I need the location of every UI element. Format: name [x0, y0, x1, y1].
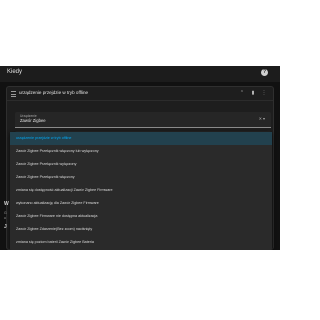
menu-item[interactable]: Zawór Zigbee Zdarzenie(Bez zoom) naciśni…: [10, 223, 272, 236]
trigger-card-header[interactable]: urządzenie przejdzie w tryb offline ⌃ ▮ …: [7, 87, 273, 101]
app-bar: Kiedy ?: [0, 66, 280, 82]
background-text: G u: [4, 211, 7, 220]
more-vertical-icon[interactable]: ⋮: [261, 90, 267, 97]
trigger-card-title: urządzenie przejdzie w tryb offline: [19, 90, 89, 95]
trigger-disabled-icon[interactable]: ▮: [250, 90, 256, 97]
device-field[interactable]: Urządzenie Zawór Zigbee ✕▾: [15, 112, 271, 128]
menu-item[interactable]: zmiana się poziom baterii Zawór Zigbee B…: [10, 236, 272, 249]
background-label: J: [4, 224, 7, 230]
device-field-value[interactable]: Zawór Zigbee: [20, 118, 46, 123]
menu-item[interactable]: Zawór Zigbee Firmware nie dostępna aktua…: [10, 210, 272, 223]
menu-item[interactable]: zmiana się dostępność aktualizacji Zawór…: [10, 184, 272, 197]
menu-item[interactable]: Zawór Zigbee Przełącznik wyłączony: [10, 158, 272, 171]
dropdown-icon[interactable]: ▾: [263, 116, 266, 121]
automation-editor: Kiedy ? urządzenie przejdzie w tryb offl…: [0, 66, 280, 250]
menu-item[interactable]: wykonano aktualizację dla Zawór Zigbee F…: [10, 197, 272, 210]
menu-item[interactable]: Zawór Zigbee Przełącznik włączony: [10, 171, 272, 184]
drag-handle-icon[interactable]: [11, 91, 16, 97]
section-title: Kiedy: [7, 69, 23, 75]
menu-item[interactable]: urządzenie przejdzie w tryb offline: [10, 132, 272, 145]
background-label: W: [4, 201, 9, 207]
expand-less-icon[interactable]: ⌃: [239, 90, 245, 97]
menu-item[interactable]: Zawór Zigbee Przełącznik włączony lub wy…: [10, 145, 272, 158]
help-circle-icon[interactable]: ?: [261, 69, 268, 76]
trigger-type-menu: urządzenie przejdzie w tryb offline Zawó…: [10, 132, 272, 250]
